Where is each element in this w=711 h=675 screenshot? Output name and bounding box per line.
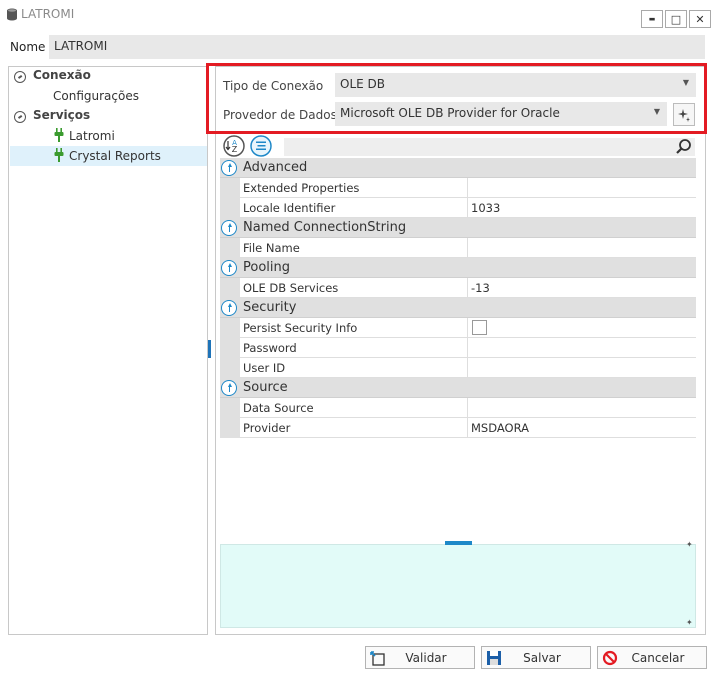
property-name: Persist Security Info <box>240 318 468 338</box>
property-value[interactable] <box>468 338 696 358</box>
resize-grip-icon: ✦ <box>686 618 693 627</box>
category-security[interactable]: Security <box>220 298 696 318</box>
tree-node-conexao[interactable]: Conexão <box>33 68 91 82</box>
nome-input[interactable]: LATROMI <box>49 35 705 59</box>
search-icon[interactable] <box>675 138 692 155</box>
property-value[interactable]: 1033 <box>468 198 696 218</box>
plug-icon <box>54 128 64 142</box>
property-row[interactable]: Password <box>220 338 696 358</box>
property-row[interactable]: User ID <box>220 358 696 378</box>
property-name: OLE DB Services <box>240 278 468 298</box>
connection-icon <box>14 71 26 83</box>
property-value[interactable] <box>468 238 696 258</box>
category-label: Named ConnectionString <box>243 220 407 235</box>
property-name: User ID <box>240 358 468 378</box>
category-pooling[interactable]: Pooling <box>220 258 696 278</box>
collapse-arrow-icon[interactable] <box>221 160 237 176</box>
property-row[interactable]: OLE DB Services -13 <box>220 278 696 298</box>
resize-grip-icon: ✦ <box>686 540 693 549</box>
highlight-annotation <box>206 63 707 134</box>
title-bar <box>0 0 711 30</box>
splitter-handle[interactable] <box>208 340 211 358</box>
database-icon <box>7 8 17 21</box>
validar-button[interactable]: Validar <box>365 646 475 669</box>
save-icon <box>487 651 501 665</box>
tree-node-servicos[interactable]: Serviços <box>33 108 90 122</box>
tree-node-latromi[interactable]: Latromi <box>69 129 115 143</box>
property-name: File Name <box>240 238 468 258</box>
category-named-connectionstring[interactable]: Named ConnectionString <box>220 218 696 238</box>
category-advanced[interactable]: Advanced <box>220 158 696 178</box>
property-row[interactable]: Provider MSDAORA <box>220 418 696 438</box>
minimize-button[interactable]: ▬ <box>641 10 663 28</box>
close-icon: ✕ <box>695 12 705 26</box>
property-name: Password <box>240 338 468 358</box>
property-value[interactable] <box>468 178 696 198</box>
description-splitter[interactable] <box>445 541 472 545</box>
validate-icon <box>370 651 385 666</box>
svg-text:Z: Z <box>232 145 238 154</box>
property-row[interactable]: Persist Security Info <box>220 318 696 338</box>
property-name: Locale Identifier <box>240 198 468 218</box>
salvar-button[interactable]: Salvar <box>481 646 591 669</box>
services-icon <box>14 111 26 123</box>
property-value[interactable] <box>468 398 696 418</box>
category-label: Pooling <box>243 260 290 275</box>
close-button[interactable]: ✕ <box>689 10 711 28</box>
navigation-tree: Conexão Configurações Serviços Latromi C… <box>8 66 208 635</box>
property-row[interactable]: Locale Identifier 1033 <box>220 198 696 218</box>
property-row[interactable]: Extended Properties <box>220 178 696 198</box>
collapse-arrow-icon[interactable] <box>221 260 237 276</box>
collapse-arrow-icon[interactable] <box>221 220 237 236</box>
sort-alphabetical-icon[interactable]: A Z <box>223 135 245 157</box>
category-label: Advanced <box>243 160 308 175</box>
collapse-arrow-icon[interactable] <box>221 380 237 396</box>
property-row[interactable]: Data Source <box>220 398 696 418</box>
property-value[interactable]: MSDAORA <box>468 418 696 438</box>
property-value[interactable] <box>468 358 696 378</box>
property-name: Data Source <box>240 398 468 418</box>
window-title: LATROMI <box>21 7 75 21</box>
cancelar-button[interactable]: Cancelar <box>597 646 707 669</box>
minimize-icon: ▬ <box>648 15 656 23</box>
property-value <box>468 318 696 338</box>
maximize-button[interactable]: □ <box>665 10 687 28</box>
property-search-input[interactable] <box>284 138 695 156</box>
maximize-icon: □ <box>670 12 682 26</box>
categorized-view-icon[interactable] <box>250 135 272 157</box>
property-value[interactable]: -13 <box>468 278 696 298</box>
tree-node-crystal-reports[interactable]: Crystal Reports <box>69 149 161 163</box>
tree-node-configuracoes[interactable]: Configurações <box>53 89 139 103</box>
persist-security-checkbox[interactable] <box>472 320 487 335</box>
category-source[interactable]: Source <box>220 378 696 398</box>
collapse-arrow-icon[interactable] <box>221 300 237 316</box>
category-label: Security <box>243 300 297 315</box>
description-panel <box>220 544 696 628</box>
property-row[interactable]: File Name <box>220 238 696 258</box>
cancel-icon <box>602 650 618 666</box>
property-name: Extended Properties <box>240 178 468 198</box>
category-label: Source <box>243 380 288 395</box>
property-name: Provider <box>240 418 468 438</box>
plug-icon <box>54 148 64 162</box>
nome-label: Nome <box>10 40 46 54</box>
